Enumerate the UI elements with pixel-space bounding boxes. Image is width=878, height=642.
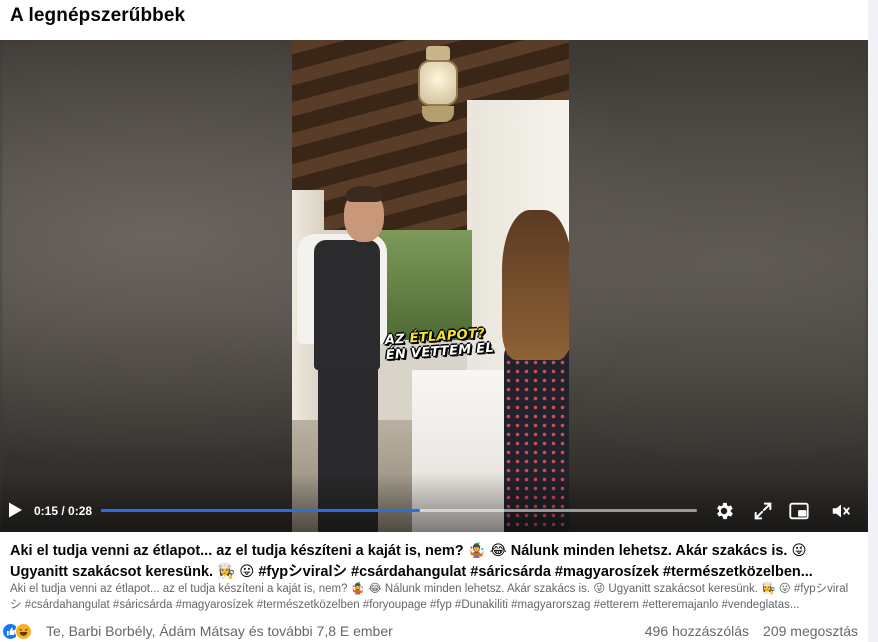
progress-fill <box>101 509 421 512</box>
post-title-line-2: Ugyanitt szakácsot keresünk. 👩‍🍳 😛 #fypシ… <box>10 564 813 580</box>
feed-scroll-edge <box>868 0 878 642</box>
lantern <box>412 40 464 130</box>
post-description: Aki el tudja venni az étlapot... az el t… <box>10 583 849 611</box>
volume-muted-icon[interactable] <box>830 500 852 522</box>
playback-time: 0:15 / 0:28 <box>34 504 93 518</box>
haha-reaction-icon <box>15 623 32 640</box>
video-frame[interactable]: AZ ÉTLAPOT? ÉN VETTEM EL <box>292 40 569 532</box>
shares-count[interactable]: 209 megosztás <box>763 623 858 639</box>
play-icon[interactable] <box>6 501 24 519</box>
reacted-by-text[interactable]: Te, Barbi Borbély, Ádám Mátsay és tovább… <box>46 623 393 639</box>
controls-bar <box>0 472 868 532</box>
comments-count[interactable]: 496 hozzászólás <box>645 623 749 639</box>
post-card: A legnépszerűbbek AZ ÉTLAPOT? ÉN VETTEM … <box>0 0 868 642</box>
picture-in-picture-icon[interactable] <box>788 500 810 522</box>
section-title: A legnépszerűbbek <box>10 5 186 26</box>
video-caption: AZ ÉTLAPOT? ÉN VETTEM EL <box>384 326 494 385</box>
video-player[interactable]: AZ ÉTLAPOT? ÉN VETTEM EL 0:15 / 0:28 <box>0 40 868 532</box>
post-stats: 496 hozzászólás 209 megosztás <box>645 623 858 639</box>
settings-gear-icon[interactable] <box>713 500 735 522</box>
post-title-line-1: Aki el tudja venni az étlapot... az el t… <box>10 543 807 559</box>
expand-icon[interactable] <box>752 500 774 522</box>
reaction-icons[interactable] <box>2 623 42 640</box>
post-footer: Te, Barbi Borbély, Ádám Mátsay és tovább… <box>0 620 868 642</box>
progress-bar[interactable] <box>101 509 697 512</box>
post-title[interactable]: Aki el tudja venni az étlapot... az el t… <box>10 541 850 583</box>
